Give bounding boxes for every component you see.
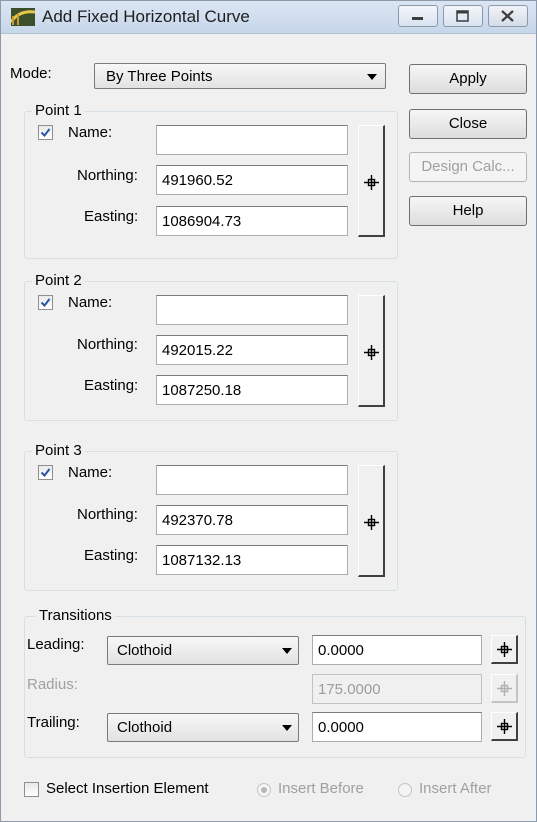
point-2-easting-field[interactable]: 1087250.18 (156, 375, 348, 405)
point-2-northing-label: Northing: (77, 336, 138, 353)
trailing-type-dropdown[interactable]: Clothoid (107, 713, 299, 742)
close-button[interactable]: Close (409, 109, 527, 139)
point-3-northing-value: 492370.78 (162, 512, 233, 529)
design-calc-button[interactable]: Design Calc... (409, 152, 527, 182)
point-3-easting-label: Easting: (84, 547, 139, 564)
point-1-name-field[interactable] (156, 125, 348, 155)
leading-type-dropdown[interactable]: Clothoid (107, 636, 299, 665)
leading-value-field[interactable]: 0.0000 (312, 635, 482, 665)
chevron-down-icon (282, 648, 292, 654)
crosshair-locate-icon (497, 719, 512, 734)
radius-label: Radius: (27, 676, 78, 693)
horizontal-curve-icon (11, 8, 35, 26)
point-2-title: Point 2 (32, 272, 85, 289)
trailing-type-value: Clothoid (117, 719, 173, 736)
point-2-name-field[interactable] (156, 295, 348, 325)
point-1-easting-field[interactable]: 1086904.73 (156, 206, 348, 236)
point-2-northing-field[interactable]: 492015.22 (156, 335, 348, 365)
mode-label: Mode: (10, 65, 52, 82)
point-1-name-label: Name: (68, 124, 113, 141)
point-2-easting-label: Easting: (84, 377, 139, 394)
point-1-northing-field[interactable]: 491960.52 (156, 165, 348, 195)
insert-before-radio[interactable] (257, 783, 271, 797)
mode-value: By Three Points (106, 68, 213, 85)
insert-after-label: Insert After (419, 780, 492, 797)
select-insertion-checkbox[interactable] (24, 782, 39, 797)
dialog-window: Add Fixed Horizontal Curve Mode: By Thre… (0, 0, 537, 822)
chevron-down-icon (367, 74, 377, 80)
point-3-northing-label: Northing: (77, 506, 138, 523)
radius-locate-button[interactable] (491, 674, 518, 703)
chevron-down-icon (282, 725, 292, 731)
point-3-title: Point 3 (32, 442, 85, 459)
leading-locate-button[interactable] (491, 635, 518, 664)
point-2-easting-value: 1087250.18 (162, 382, 242, 399)
point-1-easting-value: 1086904.73 (162, 213, 242, 230)
trailing-value-field[interactable]: 0.0000 (312, 712, 482, 742)
point-2-name-label: Name: (68, 294, 113, 311)
point-3-locate-button[interactable] (358, 465, 385, 577)
point-1-title: Point 1 (32, 102, 85, 119)
leading-label: Leading: (27, 636, 85, 653)
trailing-label: Trailing: (27, 714, 80, 731)
crosshair-locate-icon (497, 642, 512, 657)
point-3-northing-field[interactable]: 492370.78 (156, 505, 348, 535)
point-3-name-label: Name: (68, 464, 113, 481)
minimize-icon (412, 17, 423, 20)
crosshair-locate-icon (364, 345, 379, 360)
crosshair-locate-icon (364, 515, 379, 530)
leading-type-value: Clothoid (117, 642, 173, 659)
checkmark-icon (40, 468, 51, 478)
point-1-locate-button[interactable] (358, 125, 385, 237)
insert-before-label: Insert Before (278, 780, 364, 797)
apply-button[interactable]: Apply (409, 64, 527, 94)
point-3-name-checkbox[interactable] (38, 465, 53, 480)
point-1-name-checkbox[interactable] (38, 125, 53, 140)
mode-dropdown[interactable]: By Three Points (94, 63, 386, 89)
trailing-locate-button[interactable] (491, 712, 518, 741)
window-title: Add Fixed Horizontal Curve (42, 7, 250, 26)
leading-value: 0.0000 (318, 642, 364, 659)
point-1-northing-label: Northing: (77, 167, 138, 184)
checkmark-icon (40, 128, 51, 138)
point-2-name-checkbox[interactable] (38, 295, 53, 310)
point-1-easting-label: Easting: (84, 208, 139, 225)
insert-after-radio[interactable] (398, 783, 412, 797)
point-3-name-field[interactable] (156, 465, 348, 495)
maximize-button[interactable] (443, 5, 483, 27)
point-3-easting-value: 1087132.13 (162, 552, 242, 569)
crosshair-locate-icon (364, 175, 379, 190)
close-icon (501, 10, 514, 22)
radius-value-field[interactable]: 175.0000 (312, 674, 482, 704)
close-window-button[interactable] (488, 5, 528, 27)
point-1-northing-value: 491960.52 (162, 172, 233, 189)
minimize-button[interactable] (398, 5, 438, 27)
title-bar[interactable]: Add Fixed Horizontal Curve (1, 1, 536, 34)
select-insertion-label: Select Insertion Element (46, 780, 209, 797)
trailing-value: 0.0000 (318, 719, 364, 736)
crosshair-locate-icon (497, 681, 512, 696)
point-2-locate-button[interactable] (358, 295, 385, 407)
checkmark-icon (40, 298, 51, 308)
help-button[interactable]: Help (409, 196, 527, 226)
point-2-northing-value: 492015.22 (162, 342, 233, 359)
transitions-title: Transitions (36, 607, 115, 624)
point-3-easting-field[interactable]: 1087132.13 (156, 545, 348, 575)
maximize-icon (456, 10, 469, 22)
radius-value: 175.0000 (318, 681, 381, 698)
